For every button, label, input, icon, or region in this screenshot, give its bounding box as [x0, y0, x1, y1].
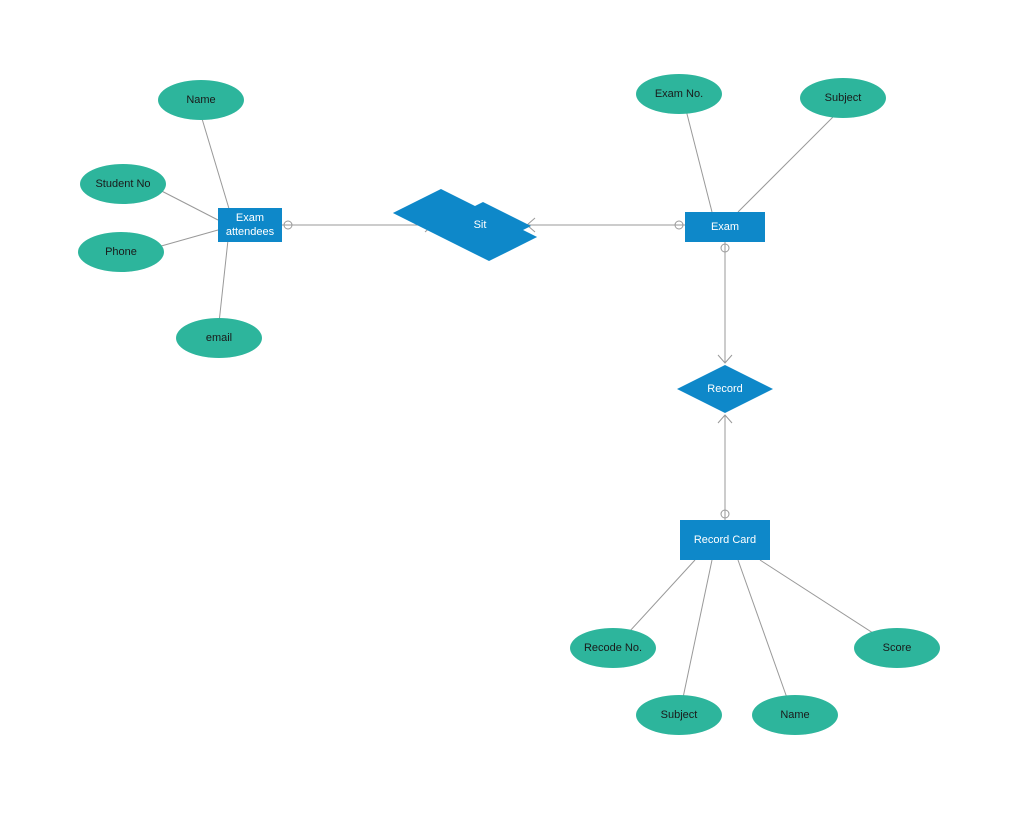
- attribute-name: Name: [158, 80, 244, 120]
- attribute-label: Name: [780, 709, 809, 721]
- entity-label: Record Card: [694, 533, 756, 547]
- attribute-subject2: Subject: [636, 695, 722, 735]
- connector: [200, 112, 230, 212]
- relationship-record: Record: [675, 363, 775, 415]
- attribute-score: Score: [854, 628, 940, 668]
- attribute-label: Student No: [95, 178, 150, 190]
- connector: [738, 560, 792, 712]
- relationship-sit-container: Sit: [433, 200, 527, 250]
- attribute-label: Subject: [825, 92, 862, 104]
- attribute-name2: Name: [752, 695, 838, 735]
- attribute-email: email: [176, 318, 262, 358]
- entity-label: Examattendees: [226, 211, 274, 240]
- cardinality-marker: [721, 510, 729, 518]
- attribute-recode-no: Recode No.: [570, 628, 656, 668]
- cardinality-marker: [718, 355, 732, 363]
- attribute-label: Recode No.: [584, 642, 642, 654]
- connector: [738, 110, 840, 212]
- attribute-label: email: [206, 332, 232, 344]
- cardinality-marker: [284, 221, 292, 229]
- cardinality-marker: [527, 218, 535, 232]
- cardinality-marker: [718, 415, 732, 423]
- attribute-label: Subject: [661, 709, 698, 721]
- connector: [680, 560, 712, 712]
- cardinality-marker: [721, 244, 729, 252]
- connectors-layer: [0, 0, 1024, 816]
- relationship-label: Record: [707, 383, 742, 395]
- attribute-subject: Subject: [800, 78, 886, 118]
- entity-exam-attendees: Examattendees: [218, 208, 282, 242]
- relationship-label: Sit: [474, 219, 487, 231]
- attribute-label: Exam No.: [655, 88, 703, 100]
- connector: [686, 110, 712, 212]
- attribute-label: Name: [186, 94, 215, 106]
- attribute-label: Score: [883, 642, 912, 654]
- cardinality-marker: [675, 221, 683, 229]
- attribute-label: Phone: [105, 246, 137, 258]
- attribute-exam-no: Exam No.: [636, 74, 722, 114]
- entity-record-card: Record Card: [680, 520, 770, 560]
- entity-label: Exam: [711, 220, 739, 234]
- entity-exam: Exam: [685, 212, 765, 242]
- attribute-student-no: Student No: [80, 164, 166, 204]
- attribute-phone: Phone: [78, 232, 164, 272]
